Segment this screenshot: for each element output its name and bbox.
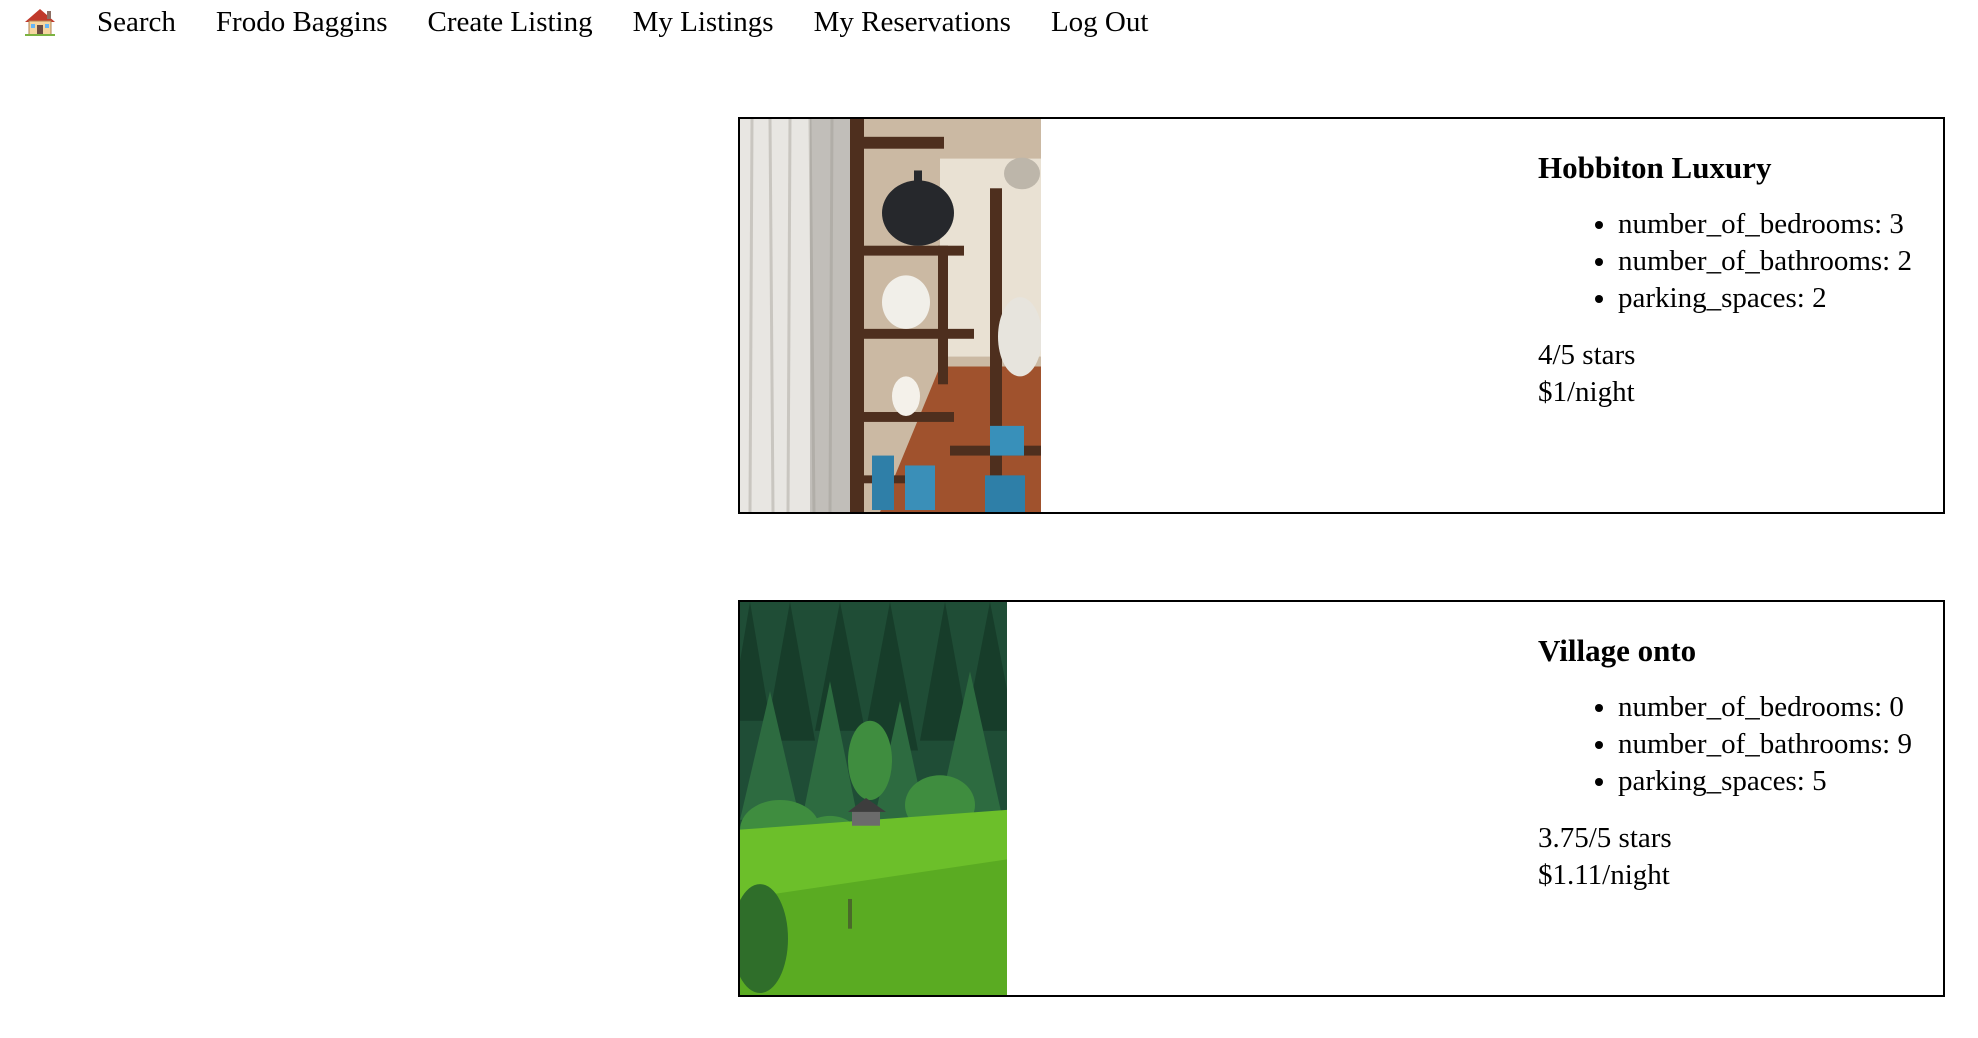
listing-features-list: number_of_bedrooms: 3 number_of_bathroom…	[1538, 206, 1943, 317]
feature-bedrooms: number_of_bedrooms: 0	[1618, 689, 1943, 726]
nav-my-listings-link[interactable]: My Listings	[633, 6, 774, 39]
listing-price: $1/night	[1538, 376, 1635, 408]
listing-card[interactable]: Hobbiton Luxury number_of_bedrooms: 3 nu…	[738, 117, 1945, 514]
listing-meta: 4/5 stars $1/night	[1538, 337, 1943, 411]
feature-parking: parking_spaces: 2	[1618, 280, 1943, 317]
feature-bathrooms: number_of_bathrooms: 9	[1618, 726, 1943, 763]
home-icon[interactable]	[23, 7, 57, 37]
listing-title[interactable]: Hobbiton Luxury	[1538, 149, 1943, 186]
nav-log-out-link[interactable]: Log Out	[1051, 6, 1148, 39]
nav-create-listing-link[interactable]: Create Listing	[428, 6, 593, 39]
feature-parking: parking_spaces: 5	[1618, 763, 1943, 800]
feature-bedrooms: number_of_bedrooms: 3	[1618, 206, 1943, 243]
listing-photo[interactable]	[740, 602, 1007, 995]
listing-features-list: number_of_bedrooms: 0 number_of_bathroom…	[1538, 689, 1943, 800]
nav-profile-link[interactable]: Frodo Baggins	[216, 6, 388, 39]
listing-meta: 3.75/5 stars $1.11/night	[1538, 820, 1943, 894]
top-nav: Search Frodo Baggins Create Listing My L…	[0, 0, 1148, 44]
listing-rating: 3.75/5 stars	[1538, 822, 1672, 854]
nav-search-link[interactable]: Search	[97, 6, 176, 39]
listing-details: Hobbiton Luxury number_of_bedrooms: 3 nu…	[1538, 149, 1943, 411]
listing-card[interactable]: Village onto number_of_bedrooms: 0 numbe…	[738, 600, 1945, 997]
listing-title[interactable]: Village onto	[1538, 632, 1943, 669]
listing-photo[interactable]	[740, 119, 1041, 512]
feature-bathrooms: number_of_bathrooms: 2	[1618, 243, 1943, 280]
nav-my-reservations-link[interactable]: My Reservations	[814, 6, 1011, 39]
listing-rating: 4/5 stars	[1538, 339, 1636, 371]
listing-details: Village onto number_of_bedrooms: 0 numbe…	[1538, 632, 1943, 894]
listing-price: $1.11/night	[1538, 859, 1670, 891]
